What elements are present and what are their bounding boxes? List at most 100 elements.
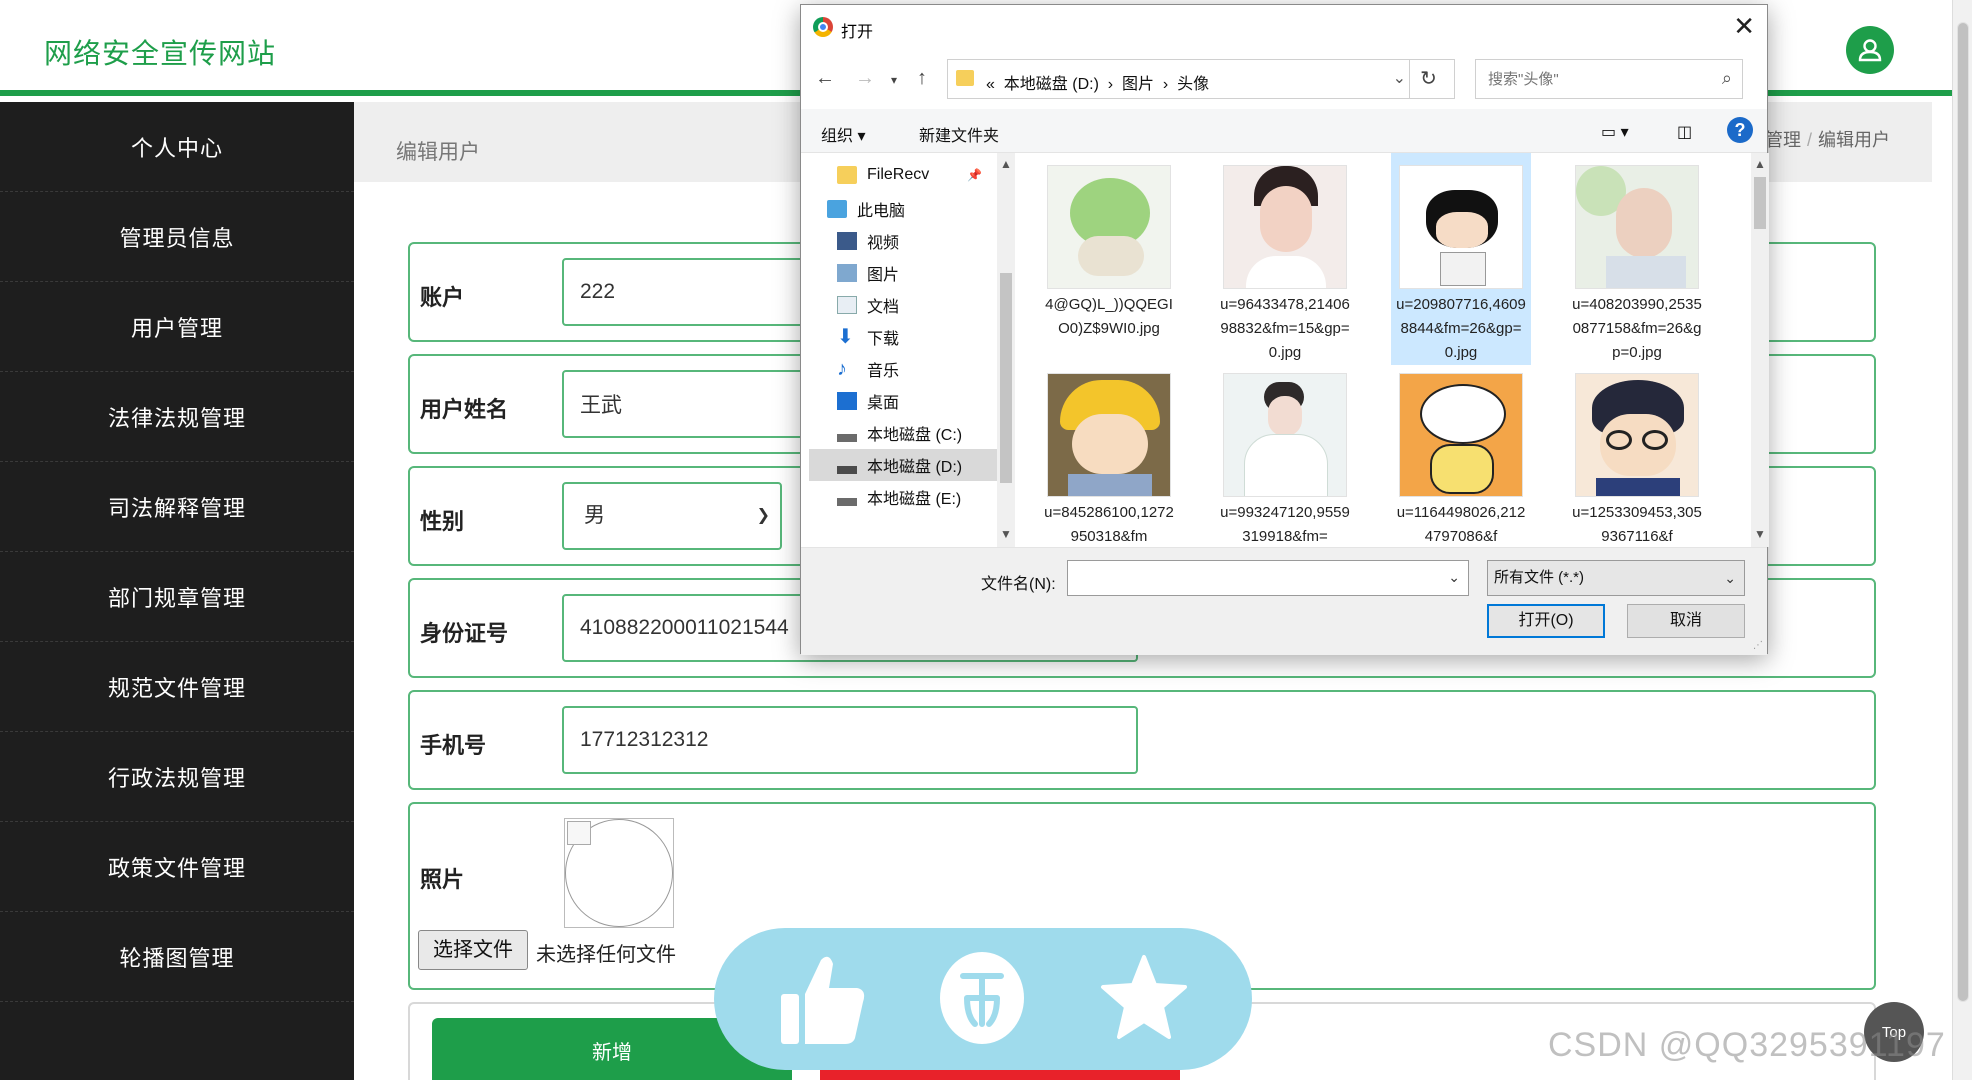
nav-label: 音乐	[867, 363, 900, 380]
gender-select[interactable]: 男 ❯	[562, 482, 782, 550]
nav-label: 下载	[867, 331, 900, 348]
sidebar-item-user-management[interactable]: 用户管理	[0, 282, 354, 372]
files-scrollbar-thumb[interactable]	[1754, 177, 1766, 229]
new-folder-button[interactable]: 新建文件夹	[919, 122, 999, 146]
refresh-icon[interactable]: ↻	[1409, 59, 1447, 99]
sidebar-item-administrative-regs[interactable]: 行政法规管理	[0, 732, 354, 822]
nav-label: 文档	[867, 299, 900, 316]
nav-item-videos[interactable]: 视频	[837, 225, 899, 257]
nav-item-this-pc[interactable]: 此电脑	[827, 193, 905, 225]
page-scrollbar-thumb[interactable]	[1957, 22, 1969, 1002]
file-item[interactable]: 4@GQ)L_))QQEGIO0)Z$9WI0.jpg	[1039, 153, 1179, 341]
scroll-up-icon[interactable]: ▲	[1000, 157, 1012, 171]
desktop-icon	[837, 392, 857, 410]
search-icon: ⌕	[1721, 68, 1732, 88]
breadcrumb-parent[interactable]: 管理	[1765, 130, 1801, 150]
nav-label: 视频	[867, 235, 900, 252]
search-input[interactable]	[1476, 60, 1706, 98]
thumbnail-cartoon-yellow-hat	[1047, 373, 1171, 497]
file-item[interactable]: u=96433478,2140698832&fm=15&gp=0.jpg	[1215, 153, 1355, 365]
sidebar-item-department-rules[interactable]: 部门规章管理	[0, 552, 354, 642]
sidebar-item-laws[interactable]: 法律法规管理	[0, 372, 354, 462]
address-part-avatars[interactable]: 头像	[1177, 76, 1209, 93]
filetype-select[interactable]: 所有文件 (*.*) ⌄	[1487, 560, 1745, 596]
page-title: 编辑用户	[396, 141, 480, 164]
nav-item-downloads[interactable]: ⬇ 下载	[837, 321, 899, 353]
nav-item-drive-e[interactable]: 本地磁盘 (E:)	[837, 481, 961, 513]
page: 网络安全宣传网站 个人中心 管理员信息 用户管理 法律法规管理 司法解释管理 部…	[0, 0, 1972, 1080]
folder-icon	[837, 166, 857, 184]
forward-arrow-icon[interactable]: →	[855, 67, 875, 90]
sidebar-item-judicial[interactable]: 司法解释管理	[0, 462, 354, 552]
sidebar-item-admin-info[interactable]: 管理员信息	[0, 192, 354, 282]
phone-input[interactable]	[562, 706, 1138, 774]
scroll-down-icon[interactable]: ▼	[1000, 527, 1012, 541]
chevron-down-icon[interactable]: ⌄	[1393, 68, 1406, 88]
search-box[interactable]: ⌕	[1475, 59, 1743, 99]
file-item[interactable]: u=408203990,25350877158&fm=26&gp=0.jpg	[1567, 153, 1707, 365]
file-item-selected[interactable]: u=209807716,46098844&fm=26&gp=0.jpg	[1391, 153, 1531, 365]
nav-item-drive-c[interactable]: 本地磁盘 (C:)	[837, 417, 962, 449]
choose-file-button[interactable]: 选择文件	[418, 930, 528, 970]
cancel-button[interactable]: 取消	[1627, 604, 1745, 638]
resize-grip-icon[interactable]: ⋰	[1753, 640, 1763, 651]
nav-item-documents[interactable]: 文档	[837, 289, 899, 321]
open-button[interactable]: 打开(O)	[1487, 604, 1605, 638]
photo-label: 照片	[420, 867, 465, 892]
nav-item-music[interactable]: ♪ 音乐	[837, 353, 899, 385]
thumbnail-man-flowers	[1575, 165, 1699, 289]
nav-item-pictures[interactable]: 图片	[837, 257, 899, 289]
help-icon[interactable]: ?	[1727, 117, 1753, 143]
chevron-down-icon[interactable]: ⌄	[1448, 569, 1460, 586]
recent-chevron-icon[interactable]: ▾	[891, 73, 897, 87]
address-part-pictures[interactable]: 图片	[1122, 76, 1154, 93]
nav-label: 本地磁盘 (C:)	[867, 427, 963, 444]
user-avatar-button[interactable]	[1846, 26, 1894, 74]
star-icon[interactable]	[1094, 948, 1194, 1048]
sidebar-item-personal-center[interactable]: 个人中心	[0, 102, 354, 192]
sidebar-item-normative-docs[interactable]: 规范文件管理	[0, 642, 354, 732]
close-icon[interactable]: ✕	[1733, 11, 1755, 42]
file-name: u=1253309453,3059367116&f	[1572, 504, 1702, 545]
floating-action-bar	[714, 928, 1252, 1070]
filename-label: 文件名(N):	[981, 576, 1056, 593]
nav-label: 本地磁盘 (E:)	[867, 491, 962, 508]
open-file-dialog: 打开 ✕ ← → ▾ ↑ « 本地磁盘 (D:) › 图片 › 头像 ⌄ ↻ 搜…	[800, 4, 1769, 655]
drive-icon	[837, 488, 857, 506]
up-arrow-icon[interactable]: ↑	[917, 67, 927, 90]
thumbnail-cabbage-dog	[1047, 165, 1171, 289]
file-item[interactable]: u=993247120,9559319918&fm=	[1215, 361, 1355, 547]
sidebar-item-carousel[interactable]: 轮播图管理	[0, 912, 354, 1002]
coin-icon[interactable]	[932, 948, 1032, 1048]
file-name: u=993247120,9559319918&fm=	[1220, 504, 1350, 545]
view-options-icon[interactable]: ▭ ▾	[1601, 122, 1629, 142]
file-item[interactable]: u=1253309453,3059367116&f	[1567, 361, 1707, 547]
scroll-down-icon[interactable]: ▼	[1754, 527, 1766, 541]
dialog-bottom-pane: 文件名(N): ⌄ 所有文件 (*.*) ⌄ 打开(O) 取消 ⋰	[801, 547, 1767, 655]
file-name: 4@GQ)L_))QQEGIO0)Z$9WI0.jpg	[1045, 296, 1173, 337]
nav-scrollbar-thumb[interactable]	[1000, 273, 1012, 483]
scroll-up-icon[interactable]: ▲	[1754, 157, 1766, 171]
thumbnail-cartoon-orange	[1399, 373, 1523, 497]
filename-input[interactable]: ⌄	[1067, 560, 1469, 596]
back-arrow-icon[interactable]: ←	[815, 67, 835, 90]
thumb-up-icon[interactable]	[772, 948, 872, 1048]
nav-label: 此电脑	[857, 203, 906, 220]
preview-pane-icon[interactable]: ◫	[1677, 122, 1692, 142]
nav-item-drive-d[interactable]: 本地磁盘 (D:)	[809, 449, 997, 481]
address-part-drive[interactable]: 本地磁盘 (D:)	[1004, 76, 1099, 93]
files-scrollbar[interactable]: ▲ ▼	[1751, 153, 1769, 547]
sidebar-item-policy-docs[interactable]: 政策文件管理	[0, 822, 354, 912]
watermark: CSDN @QQ3295391197	[1548, 1026, 1946, 1064]
page-scrollbar[interactable]	[1952, 0, 1972, 1080]
address-bar[interactable]: « 本地磁盘 (D:) › 图片 › 头像 ⌄	[947, 59, 1455, 99]
address-row: ← → ▾ ↑ « 本地磁盘 (D:) › 图片 › 头像 ⌄ ↻ ⌕	[801, 55, 1767, 101]
nav-scrollbar[interactable]: ▲ ▼	[997, 153, 1015, 547]
nav-item-desktop[interactable]: 桌面	[837, 385, 899, 417]
organize-menu[interactable]: 组织 ▾	[821, 122, 865, 146]
address-sep: ›	[1162, 76, 1169, 93]
nav-item-filerecv[interactable]: FileRecv 📌	[837, 159, 982, 191]
file-item[interactable]: u=845286100,1272950318&fm	[1039, 361, 1179, 547]
file-name: u=1164498026,2124797086&f	[1396, 504, 1526, 545]
file-item[interactable]: u=1164498026,2124797086&f	[1391, 361, 1531, 547]
